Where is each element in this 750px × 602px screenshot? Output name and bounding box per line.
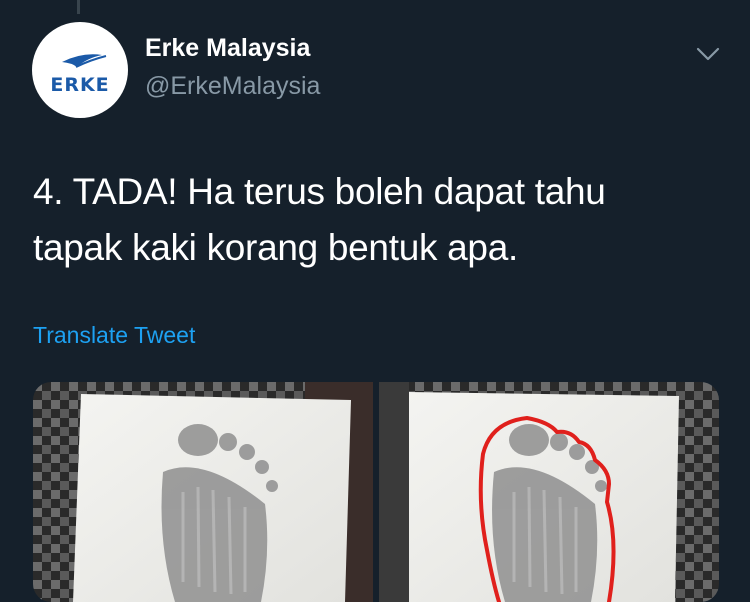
erke-logo-icon bbox=[62, 54, 107, 68]
tweet-text: 4. TADA! Ha terus boleh dapat tahu tapak… bbox=[33, 164, 723, 276]
avatar[interactable]: ERKE bbox=[32, 22, 128, 118]
footprint-photo-image bbox=[33, 382, 373, 602]
author-display-name[interactable]: Erke Malaysia bbox=[145, 34, 310, 63]
tweet-text-line: tapak kaki korang bentuk apa. bbox=[33, 227, 518, 268]
tweet-text-line: 4. TADA! Ha terus boleh dapat tahu bbox=[33, 171, 606, 212]
media-photo-footprint[interactable] bbox=[33, 382, 373, 602]
chevron-down-icon bbox=[696, 47, 720, 61]
footprint-outlined-photo-image bbox=[379, 382, 719, 602]
avatar-logo-text: ERKE bbox=[50, 74, 110, 96]
author-handle[interactable]: @ErkeMalaysia bbox=[145, 72, 320, 101]
media-photo-footprint-outlined[interactable] bbox=[379, 382, 719, 602]
thread-connector-line bbox=[77, 0, 80, 14]
translate-tweet-link[interactable]: Translate Tweet bbox=[33, 322, 195, 349]
more-options-button[interactable] bbox=[690, 40, 726, 70]
tweet-media bbox=[33, 382, 719, 602]
